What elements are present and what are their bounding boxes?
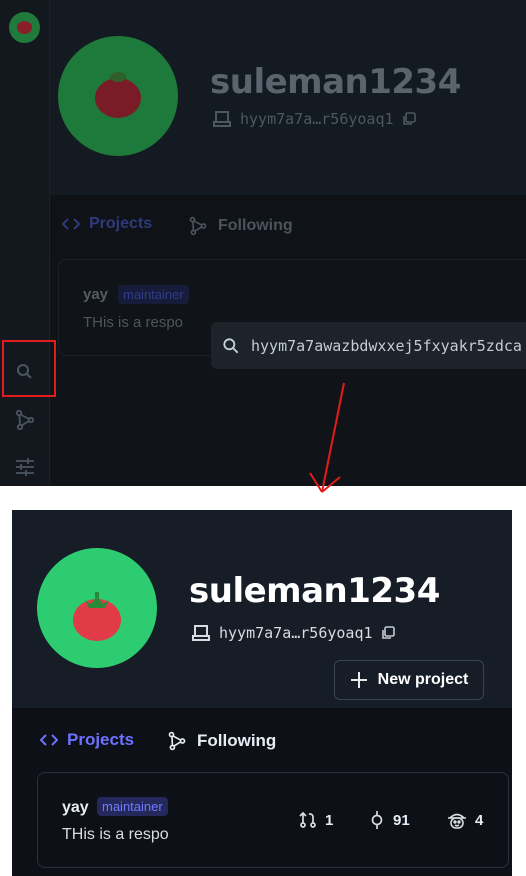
new-project-label: New project <box>377 671 469 688</box>
pull-requests-count: 1 <box>325 811 334 829</box>
share-graph-icon[interactable] <box>13 408 37 432</box>
profile-avatar <box>37 548 157 668</box>
profile-page: suleman1234 hyym7a7a…r56yoaq1 New projec… <box>12 510 512 876</box>
sliders-icon[interactable] <box>13 455 37 479</box>
pull-request-icon <box>299 811 316 828</box>
copy-icon[interactable] <box>402 112 416 126</box>
tomato-icon <box>73 592 121 641</box>
commits-count: 91 <box>393 811 410 829</box>
tab-following[interactable]: Following <box>166 730 276 752</box>
share-graph-icon <box>168 731 186 751</box>
repo-name[interactable]: yay <box>62 799 89 817</box>
username: suleman1234 <box>210 62 461 102</box>
role-badge: maintainer <box>97 797 168 816</box>
tab-label: Projects <box>89 215 153 232</box>
commits-stat: 91 <box>368 810 410 830</box>
leaf-icon <box>110 72 126 82</box>
tomato-icon <box>95 78 141 118</box>
tab-label: Following <box>197 731 277 750</box>
tab-projects[interactable]: Projects <box>40 730 134 750</box>
pull-requests-stat: 1 <box>298 810 333 830</box>
search-value: hyym7a7awazbdwxxej5fxyakr5zdca <box>251 336 522 355</box>
repo-name[interactable]: yay <box>83 286 108 303</box>
repo-card[interactable] <box>37 772 509 868</box>
share-graph-icon <box>189 216 207 236</box>
search-highlight-box <box>2 340 56 397</box>
address-row: hyym7a7a…r56yoaq1 <box>212 110 416 128</box>
commit-icon <box>371 811 383 829</box>
code-icon <box>40 734 58 746</box>
address-row: hyym7a7a…r56yoaq1 <box>191 624 395 642</box>
role-badge: maintainer <box>118 285 189 304</box>
wallet-icon <box>192 625 210 641</box>
tab-label: Following <box>218 217 293 234</box>
contributors-count: 4 <box>475 811 484 829</box>
username: suleman1234 <box>189 571 440 611</box>
search-popup[interactable]: hyym7a7awazbdwxxej5fxyakr5zdca <box>211 322 526 369</box>
top-screenshot-panel: suleman1234 hyym7a7a…r56yoaq1 Projects F… <box>0 0 526 486</box>
copy-icon[interactable] <box>381 626 395 640</box>
tomato-icon <box>17 21 32 34</box>
red-arrow <box>309 382 345 493</box>
plus-icon <box>350 672 367 688</box>
repo-description: THis is a respo <box>83 314 184 331</box>
sidebar-avatar[interactable] <box>9 12 40 43</box>
contributors-stat: 4 <box>446 810 483 830</box>
repo-description: THis is a respo <box>62 826 169 843</box>
search-icon <box>223 337 239 353</box>
tab-label: Projects <box>67 730 135 749</box>
contributor-icon <box>448 813 466 829</box>
wallet-icon <box>213 111 231 127</box>
tab-following[interactable]: Following <box>187 215 293 237</box>
address-text: hyym7a7a…r56yoaq1 <box>240 110 394 128</box>
new-project-button[interactable]: New project <box>334 660 484 700</box>
profile-avatar <box>58 36 178 156</box>
address-text: hyym7a7a…r56yoaq1 <box>219 624 373 642</box>
tab-projects[interactable]: Projects <box>62 215 152 233</box>
code-icon <box>62 218 80 230</box>
